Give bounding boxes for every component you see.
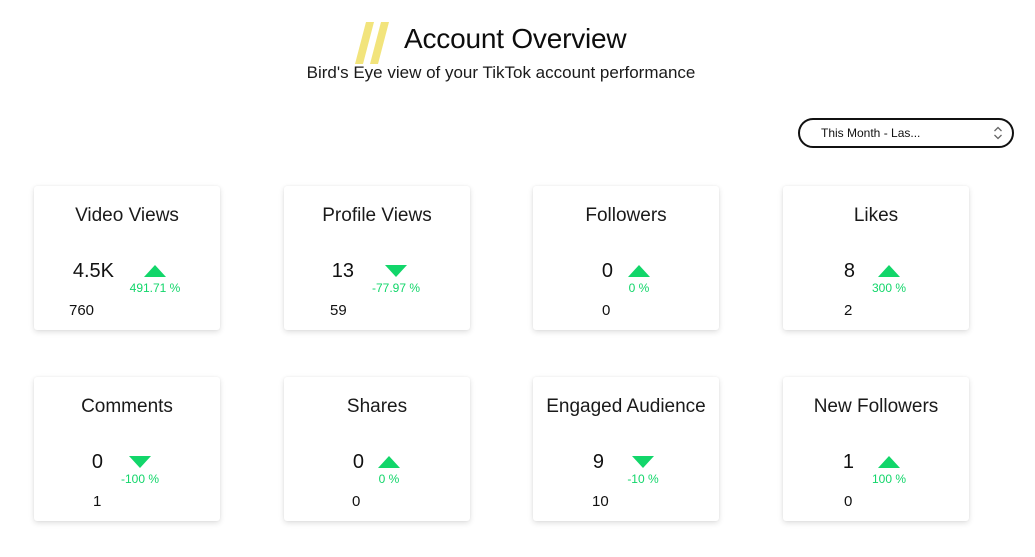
metric-previous-value: 10 [592, 493, 609, 510]
metric-value: 8 [843, 260, 855, 282]
metric-value: 1 [842, 451, 854, 473]
metric-change-percent: 100 % [871, 472, 907, 486]
metric-change-percent: 491.71 % [129, 281, 181, 295]
metric-change-percent: -100 % [120, 472, 160, 486]
triangle-up-icon [378, 456, 400, 468]
metric-change-percent: 0 % [628, 281, 650, 295]
triangle-up-icon [878, 265, 900, 277]
metric-value: 9 [592, 451, 604, 473]
metric-change-percent: 300 % [871, 281, 907, 295]
triangle-up-icon [144, 265, 166, 277]
metric-title: Video Views [75, 205, 179, 226]
metric-change: -10 % [603, 454, 683, 490]
metric-card-shares: Shares 0 0 % 0 [284, 377, 470, 521]
double-slash-icon [355, 22, 389, 64]
metric-previous-value: 0 [602, 302, 611, 319]
date-range-select[interactable]: This Month - Las... [798, 118, 1014, 148]
metric-change: 300 % [849, 263, 929, 299]
metric-previous-value: 1 [93, 493, 102, 510]
metric-previous-value: 0 [352, 493, 361, 510]
page-title: Account Overview [404, 23, 627, 54]
up-down-chevron-icon [994, 126, 1002, 140]
page-subtitle: Bird's Eye view of your TikTok account p… [306, 63, 696, 82]
metric-change: 100 % [849, 454, 929, 490]
metric-value: 13 [331, 260, 354, 282]
metric-title: Shares [346, 396, 408, 417]
metric-card-video-views: Video Views 4.5K 491.71 % 760 [34, 186, 220, 330]
metric-previous-value: 2 [844, 302, 853, 319]
metric-title: New Followers [813, 396, 939, 417]
metric-value: 0 [91, 451, 103, 473]
triangle-down-icon [129, 456, 151, 468]
metric-change-percent: 0 % [378, 472, 400, 486]
metric-previous-value: 760 [69, 302, 95, 319]
metric-card-comments: Comments 0 -100 % 1 [34, 377, 220, 521]
metric-previous-value: 0 [844, 493, 853, 510]
date-range-value: This Month - Las... [821, 126, 921, 140]
metric-card-new-followers: New Followers 1 100 % 0 [783, 377, 969, 521]
metric-change: 491.71 % [115, 263, 195, 299]
metric-title: Likes [853, 205, 899, 226]
metric-title: Engaged Audience [546, 396, 706, 417]
metric-card-likes: Likes 8 300 % 2 [783, 186, 969, 330]
metric-value: 4.5K [72, 260, 114, 282]
triangle-up-icon [628, 265, 650, 277]
triangle-down-icon [385, 265, 407, 277]
metric-title: Profile Views [322, 205, 432, 226]
metric-card-followers: Followers 0 0 % 0 [533, 186, 719, 330]
metric-change: -77.97 % [356, 263, 436, 299]
metric-change: -100 % [100, 454, 180, 490]
metric-change-percent: -77.97 % [371, 281, 421, 295]
metric-previous-value: 59 [330, 302, 347, 319]
metric-change: 0 % [349, 454, 429, 490]
metric-card-engaged-audience: Engaged Audience 9 -10 % 10 [533, 377, 719, 521]
triangle-down-icon [632, 456, 654, 468]
metric-change-percent: -10 % [627, 472, 659, 486]
metric-title: Followers [585, 205, 667, 226]
metric-title: Comments [81, 396, 173, 417]
page-header: Account Overview Bird's Eye view of your… [0, 0, 1000, 100]
metric-change: 0 % [599, 263, 679, 299]
metric-card-profile-views: Profile Views 13 -77.97 % 59 [284, 186, 470, 330]
triangle-up-icon [878, 456, 900, 468]
